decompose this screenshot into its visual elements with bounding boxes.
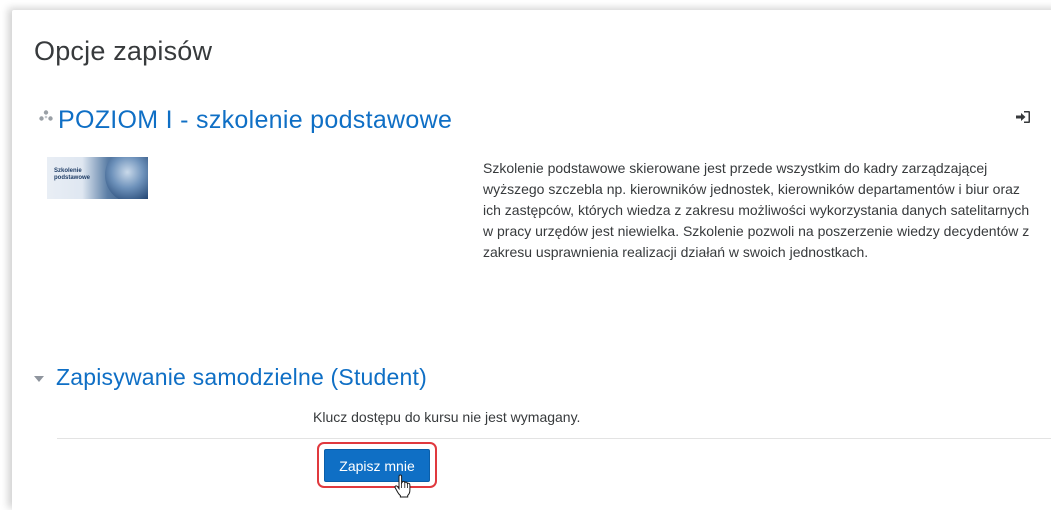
divider bbox=[57, 438, 1051, 439]
hand-cursor-icon bbox=[394, 474, 411, 498]
enrolment-key-info: Klucz dostępu do kursu nie jest wymagany… bbox=[313, 409, 581, 425]
main-content: Opcje zapisów POZIOM I - szkolenie podst… bbox=[12, 10, 1051, 510]
enrolment-section-title: Zapisywanie samodzielne (Student) bbox=[56, 364, 427, 390]
page-title: Opcje zapisów bbox=[34, 36, 213, 66]
course-title-link[interactable]: POZIOM I - szkolenie podstawowe bbox=[58, 106, 452, 135]
enrol-me-button[interactable]: Zapisz mnie bbox=[324, 449, 430, 482]
enrolment-section-header[interactable]: Zapisywanie samodzielne (Student) bbox=[34, 364, 427, 391]
course-image-caption: Szkolenie podstawowe bbox=[54, 168, 91, 181]
course-header: POZIOM I - szkolenie podstawowe bbox=[39, 106, 452, 135]
collapse-caret-icon[interactable] bbox=[34, 375, 44, 382]
globe-graphic bbox=[105, 157, 148, 199]
course-icon bbox=[39, 109, 53, 121]
sign-in-icon[interactable] bbox=[1015, 110, 1031, 124]
course-summary: Szkolenie podstawowe skierowane jest prz… bbox=[483, 160, 1030, 260]
course-image: Szkolenie podstawowe bbox=[47, 157, 148, 199]
